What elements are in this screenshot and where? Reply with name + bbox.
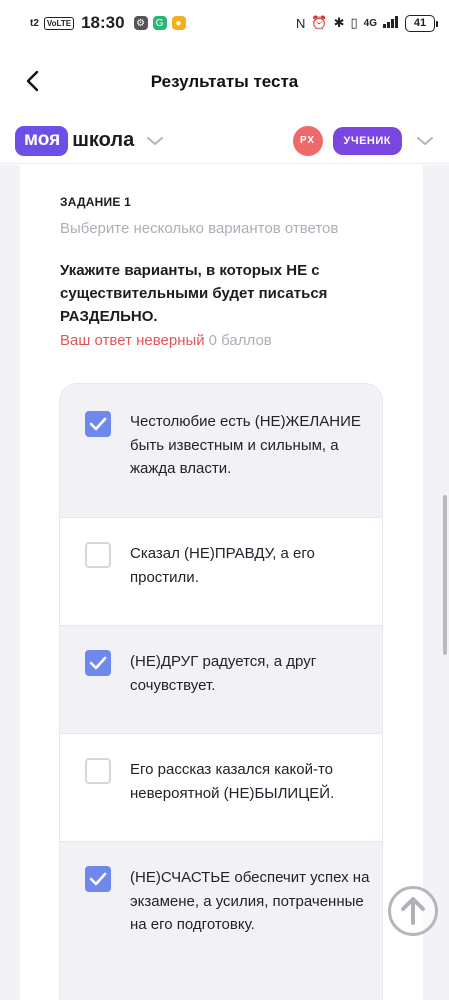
checkbox-empty-icon[interactable] <box>85 758 111 784</box>
signal-icon <box>383 15 399 31</box>
brand-bar: моя школа РХ УЧЕНИК <box>0 118 449 164</box>
checkbox-checked-icon[interactable] <box>85 650 111 676</box>
answer-option-text: (НЕ)ДРУГ радуется, а друг сочувствует. <box>130 653 317 694</box>
volte-badge: VoLTE <box>43 16 75 30</box>
chevron-left-icon <box>26 70 39 92</box>
network-type: 4G <box>363 17 377 29</box>
result-status: Ваш ответ неверный <box>60 332 205 349</box>
logo-word: школа <box>72 129 135 151</box>
scrollbar[interactable] <box>443 495 447 655</box>
carrier-label: t2 <box>30 17 39 29</box>
status-time: 18:30 <box>81 13 125 32</box>
answer-option[interactable]: Честолюбие есть (НЕ)ЖЕЛАНИЕ быть известн… <box>60 384 382 518</box>
scroll-to-top-button[interactable] <box>388 886 438 936</box>
answer-options: Честолюбие есть (НЕ)ЖЕЛАНИЕ быть известн… <box>59 383 383 1000</box>
checkbox-checked-icon[interactable] <box>85 866 111 892</box>
settings-icon: ⚙ <box>133 16 148 30</box>
result-line: Ваш ответ неверный 0 баллов <box>60 332 272 349</box>
answer-option[interactable]: Сказал (НЕ)ПРАВДУ, а его простили. <box>60 518 382 626</box>
checkbox-empty-icon[interactable] <box>85 542 111 568</box>
checkbox-checked-icon[interactable] <box>85 411 111 437</box>
app-notification-icon: G <box>152 16 167 30</box>
alarm-icon: ⏰ <box>311 15 328 30</box>
task-hint: Выберите несколько вариантов ответов <box>60 220 339 237</box>
answer-option[interactable]: (НЕ)ДРУГ радуется, а друг сочувствует. <box>60 626 382 734</box>
answer-option-text: Его рассказ казался какой-то невероятной… <box>130 761 335 802</box>
back-button[interactable] <box>18 66 48 96</box>
answer-option[interactable]: Его рассказ казался какой-то невероятной… <box>60 734 382 842</box>
app-header: Результаты теста <box>0 56 449 108</box>
avatar[interactable]: РХ <box>292 125 323 156</box>
bluetooth-icon: ✱ <box>333 15 345 30</box>
logo-switcher[interactable]: моя школа <box>15 125 164 156</box>
chevron-down-icon <box>146 135 164 147</box>
vibrate-icon: ▯ <box>350 15 358 30</box>
result-score: 0 баллов <box>208 332 272 349</box>
status-bar: t2 VoLTE 18:30 ⚙ G ● N ⏰ ✱ ▯ 4G 41 <box>0 0 449 46</box>
answer-option[interactable]: (НЕ)СЧАСТЬЕ обеспечит успех на экзамене,… <box>60 842 382 1000</box>
arrow-up-icon <box>401 897 425 925</box>
role-badge[interactable]: УЧЕНИК <box>332 126 402 155</box>
answer-option-text: Честолюбие есть (НЕ)ЖЕЛАНИЕ быть известн… <box>130 413 361 477</box>
logo-pill: моя <box>15 125 69 156</box>
account-menu-chevron-icon[interactable] <box>416 135 434 147</box>
answer-option-text: (НЕ)СЧАСТЬЕ обеспечит успех на экзамене,… <box>130 869 370 933</box>
task-question: Укажите варианты, в которых НЕ с существ… <box>60 262 328 325</box>
page-title: Результаты теста <box>150 72 299 91</box>
app-notification-icon-2: ● <box>171 16 186 30</box>
answer-option-text: Сказал (НЕ)ПРАВДУ, а его простили. <box>130 545 315 586</box>
task-label: ЗАДАНИЕ 1 <box>60 195 131 209</box>
battery-icon: 41 <box>405 14 438 32</box>
nfc-icon: N <box>296 15 306 31</box>
